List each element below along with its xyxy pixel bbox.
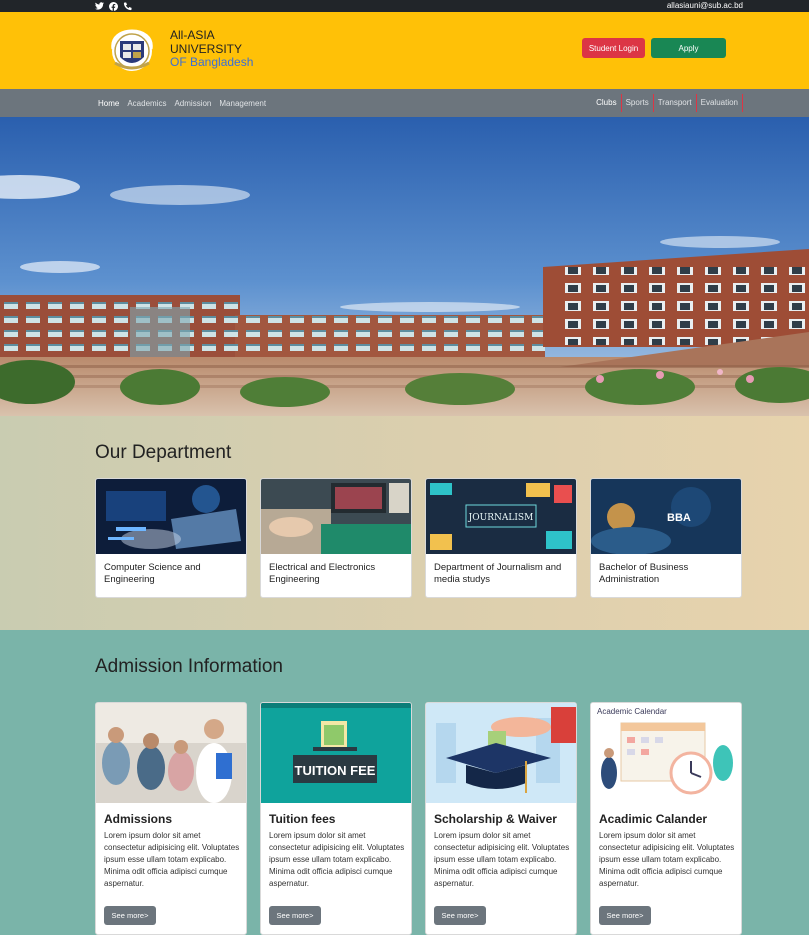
nav-academics[interactable]: Academics bbox=[127, 99, 166, 108]
department-label: Computer Science and Engineering bbox=[104, 562, 201, 585]
phone-icon[interactable] bbox=[123, 1, 132, 11]
brand-line-3: OF Bangladesh bbox=[170, 55, 254, 69]
department-label: Bachelor of Business Administration bbox=[599, 562, 689, 585]
department-label: Electrical and Electronics Engineering bbox=[269, 562, 376, 585]
calendar-image-text: Academic Calendar bbox=[597, 707, 667, 716]
apply-button[interactable]: Apply bbox=[651, 38, 726, 58]
university-name[interactable]: All-ASIA UNIVERSITY OF Bangladesh bbox=[170, 28, 254, 70]
top-bar: allasiauni@sub.ac.bd bbox=[0, 0, 809, 12]
nav-clubs[interactable]: Clubs bbox=[592, 94, 622, 112]
journalism-image: JOURNALISM bbox=[426, 479, 576, 554]
department-label: Department of Journalism and media study… bbox=[434, 562, 562, 585]
admission-card-calendar: Academic Calendar Acadimic Calander Lore… bbox=[590, 702, 742, 935]
site-header: All-ASIA UNIVERSITY OF Bangladesh Studen… bbox=[0, 12, 809, 89]
nav-home[interactable]: Home bbox=[98, 99, 119, 108]
department-card-eee[interactable]: Electrical and Electronics Engineering bbox=[260, 478, 412, 598]
department-heading: Our Department bbox=[95, 442, 232, 463]
social-links bbox=[95, 0, 132, 12]
admission-card-title: Acadimic Calander bbox=[599, 812, 708, 826]
twitter-icon[interactable] bbox=[95, 2, 104, 11]
tuition-image: TUITION FEE bbox=[261, 703, 411, 803]
calendar-image: Academic Calendar bbox=[591, 703, 741, 803]
nav-transport[interactable]: Transport bbox=[654, 94, 697, 112]
eee-image bbox=[261, 479, 411, 554]
campus-hero-image bbox=[0, 117, 809, 416]
admission-card-scholarship: Scholarship & Waiver Lorem ipsum dolor s… bbox=[425, 702, 577, 935]
admission-card-text: Lorem ipsum dolor sit amet consectetur a… bbox=[269, 831, 405, 888]
cse-image bbox=[96, 479, 246, 554]
scholarship-image bbox=[426, 703, 576, 803]
department-card-journalism[interactable]: JOURNALISM Department of Journalism and … bbox=[425, 478, 577, 598]
nav-right: Clubs Sports Transport Evaluation bbox=[592, 94, 743, 112]
nav-left: Home Academics Admission Management bbox=[98, 89, 266, 117]
admission-card-admissions: Admissions Lorem ipsum dolor sit amet co… bbox=[95, 702, 247, 935]
admission-section: Admission Information Admissions Lorem i… bbox=[0, 630, 809, 935]
see-more-button[interactable]: See more> bbox=[269, 906, 321, 925]
nav-admission[interactable]: Admission bbox=[174, 99, 211, 108]
student-login-button[interactable]: Student Login bbox=[582, 38, 645, 58]
facebook-icon[interactable] bbox=[109, 1, 118, 11]
department-card-cse[interactable]: Computer Science and Engineering bbox=[95, 478, 247, 598]
admission-card-title: Admissions bbox=[104, 812, 173, 826]
admission-heading: Admission Information bbox=[95, 656, 283, 677]
admission-card-title: Scholarship & Waiver bbox=[434, 812, 557, 826]
see-more-button[interactable]: See more> bbox=[434, 906, 486, 925]
department-card-bba[interactable]: BBA Bachelor of Business Administration bbox=[590, 478, 742, 598]
admissions-image bbox=[96, 703, 246, 803]
admission-card-title: Tuition fees bbox=[269, 812, 336, 826]
tuition-image-text: TUITION FEE bbox=[295, 763, 376, 778]
brand-line-1: All-ASIA bbox=[170, 28, 215, 42]
main-nav: Home Academics Admission Management Club… bbox=[0, 89, 809, 117]
see-more-button[interactable]: See more> bbox=[104, 906, 156, 925]
brand-line-2: UNIVERSITY bbox=[170, 41, 243, 56]
university-logo[interactable] bbox=[107, 27, 157, 75]
bba-image: BBA bbox=[591, 479, 741, 554]
department-section: Our Department Computer Science and Engi… bbox=[0, 416, 809, 630]
nav-management[interactable]: Management bbox=[219, 99, 266, 108]
contact-email[interactable]: allasiauni@sub.ac.bd bbox=[667, 1, 743, 11]
nav-evaluation[interactable]: Evaluation bbox=[697, 94, 743, 112]
see-more-button[interactable]: See more> bbox=[599, 906, 651, 925]
admission-card-text: Lorem ipsum dolor sit amet consectetur a… bbox=[599, 831, 735, 888]
bba-image-text: BBA bbox=[667, 512, 691, 524]
nav-sports[interactable]: Sports bbox=[622, 94, 654, 112]
journalism-image-text: JOURNALISM bbox=[468, 513, 534, 523]
admission-card-tuition: TUITION FEE Tuition fees Lorem ipsum dol… bbox=[260, 702, 412, 935]
admission-card-text: Lorem ipsum dolor sit amet consectetur a… bbox=[434, 831, 570, 888]
admission-card-text: Lorem ipsum dolor sit amet consectetur a… bbox=[104, 831, 240, 888]
